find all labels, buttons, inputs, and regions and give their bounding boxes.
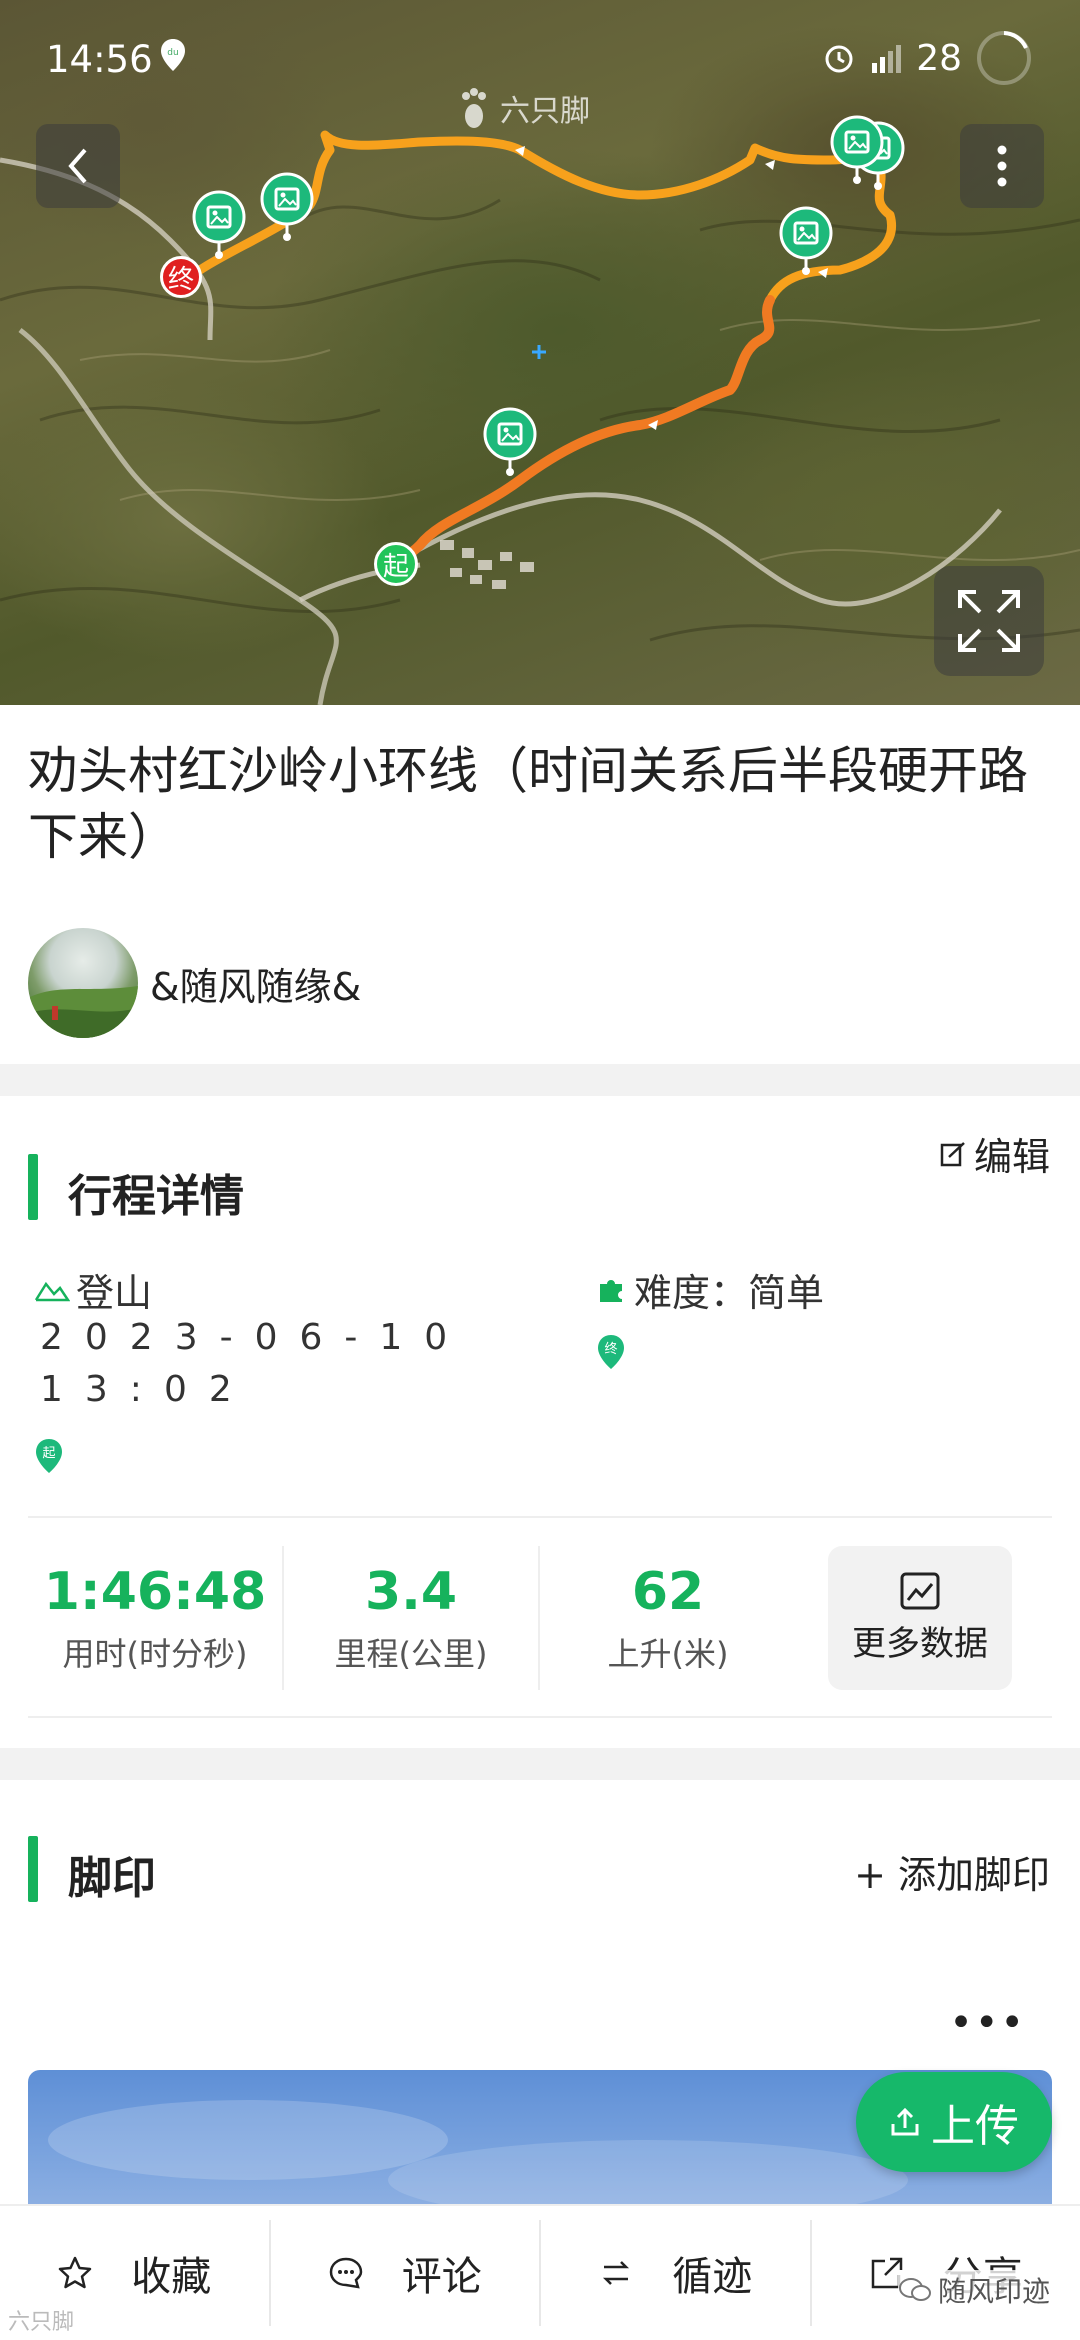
divider-line	[28, 1716, 1052, 1718]
stat-ascent: 62 上升(米)	[540, 1546, 796, 1690]
footprint-logo-icon	[462, 88, 486, 128]
stat-value: 3.4	[364, 1562, 458, 1622]
trip-title: 劝头村红沙岭小环线（时间关系后半段硬开路下来）	[28, 742, 1028, 866]
map-watermark-text: 六只脚	[500, 94, 590, 129]
photo-marker	[779, 206, 833, 277]
footprint-more-button[interactable]: •••	[949, 2000, 1026, 2046]
back-button[interactable]	[36, 124, 120, 208]
photo-marker	[260, 172, 314, 243]
photo-marker	[192, 190, 246, 261]
battery-ring-icon	[977, 31, 1031, 85]
divider-line	[28, 1516, 1052, 1518]
mountain-icon	[34, 1281, 70, 1301]
trip-stats: 1:46:48 用时(时分秒) 3.4 里程(公里) 62 上升(米) 更多数据	[28, 1546, 1052, 1690]
vertical-dots-icon	[997, 145, 1007, 187]
end-marker: 终	[160, 256, 202, 298]
author-row[interactable]: &随风随缘&	[28, 928, 361, 1038]
fullscreen-button[interactable]	[934, 566, 1044, 676]
status-indicators: 28	[822, 30, 1034, 86]
chart-icon	[900, 1572, 940, 1609]
app-watermark: 六只脚	[8, 2310, 75, 2335]
account-watermark: 随风印迹	[897, 2270, 1050, 2310]
edit-button[interactable]: 编辑	[940, 1126, 1050, 1181]
stat-label: 里程(公里)	[334, 1635, 488, 1673]
trip-time: 13:02	[40, 1369, 254, 1410]
more-options-button[interactable]	[960, 124, 1044, 208]
stat-value: 1:46:48	[43, 1562, 267, 1622]
account-watermark-text: 随风印迹	[937, 2275, 1050, 2308]
end-marker-label: 终	[167, 264, 194, 295]
battery-level: 28	[916, 37, 962, 79]
difficulty-label: 难度：简单	[634, 1271, 825, 1315]
section-accent-bar	[28, 1154, 38, 1220]
difficulty: 难度：简单	[596, 1262, 824, 1317]
activity-label: 登山	[76, 1271, 153, 1315]
activity-type: 登山	[34, 1262, 152, 1317]
author-name[interactable]: &随风随缘&	[150, 956, 361, 1011]
avatar[interactable]	[28, 928, 138, 1038]
trip-details-title: 行程详情	[68, 1171, 244, 1222]
upload-label: 上传	[931, 2101, 1019, 2152]
upload-icon	[891, 2107, 919, 2136]
trip-date: 2023-06-10	[40, 1317, 470, 1358]
signal-icon	[872, 45, 902, 73]
track-icon	[603, 2261, 630, 2285]
track-label: 循迹	[672, 2254, 753, 2300]
puzzle-icon	[600, 1279, 622, 1302]
photo-marker	[483, 407, 537, 478]
chevron-left-icon	[68, 148, 87, 184]
section-divider	[0, 1748, 1080, 1780]
footprint-title: 脚印	[68, 1853, 156, 1904]
wechat-icon	[898, 2278, 931, 2301]
section-divider	[0, 1064, 1080, 1096]
upload-button[interactable]: 上传	[856, 2072, 1052, 2172]
svg-text:du: du	[167, 48, 178, 58]
alarm-icon	[825, 45, 853, 73]
stat-duration: 1:46:48 用时(时分秒)	[28, 1546, 284, 1690]
edit-label: 编辑	[973, 1135, 1050, 1179]
end-pin-label: 终	[604, 1341, 617, 1357]
status-time: 14:56	[46, 38, 153, 81]
track-button[interactable]: 循迹	[541, 2220, 812, 2326]
edit-icon	[940, 1141, 965, 1166]
stat-value: 62	[631, 1562, 705, 1622]
favorite-label: 收藏	[131, 2254, 212, 2300]
start-location-pin: 起	[34, 1438, 64, 1474]
start-pin-label: 起	[42, 1446, 55, 1461]
more-data-button[interactable]: 更多数据	[828, 1546, 1012, 1690]
section-accent-bar	[28, 1836, 38, 1902]
route-map[interactable]: 终 起 14:56 du 28 六只脚	[0, 0, 1080, 705]
add-footprint-button[interactable]: + 添加脚印	[854, 1844, 1050, 1899]
expand-icon	[958, 590, 1020, 652]
start-marker: 起	[374, 542, 418, 586]
location-icon: du	[161, 39, 185, 71]
stat-label: 上升(米)	[607, 1635, 729, 1673]
star-icon	[59, 2256, 92, 2289]
trip-datetime: 2023-06-10 13:02	[40, 1312, 500, 1416]
comment-label: 评论	[401, 2254, 482, 2300]
start-marker-label: 起	[382, 551, 409, 582]
stat-distance: 3.4 里程(公里)	[284, 1546, 540, 1690]
more-data-label: 更多数据	[852, 1623, 988, 1664]
avatar-image	[28, 986, 138, 1038]
end-location-pin: 终	[596, 1334, 626, 1370]
comment-icon	[329, 2257, 363, 2289]
comment-button[interactable]: 评论	[271, 2220, 541, 2326]
stat-label: 用时(时分秒)	[62, 1635, 248, 1673]
map-watermark: 六只脚	[458, 86, 590, 130]
